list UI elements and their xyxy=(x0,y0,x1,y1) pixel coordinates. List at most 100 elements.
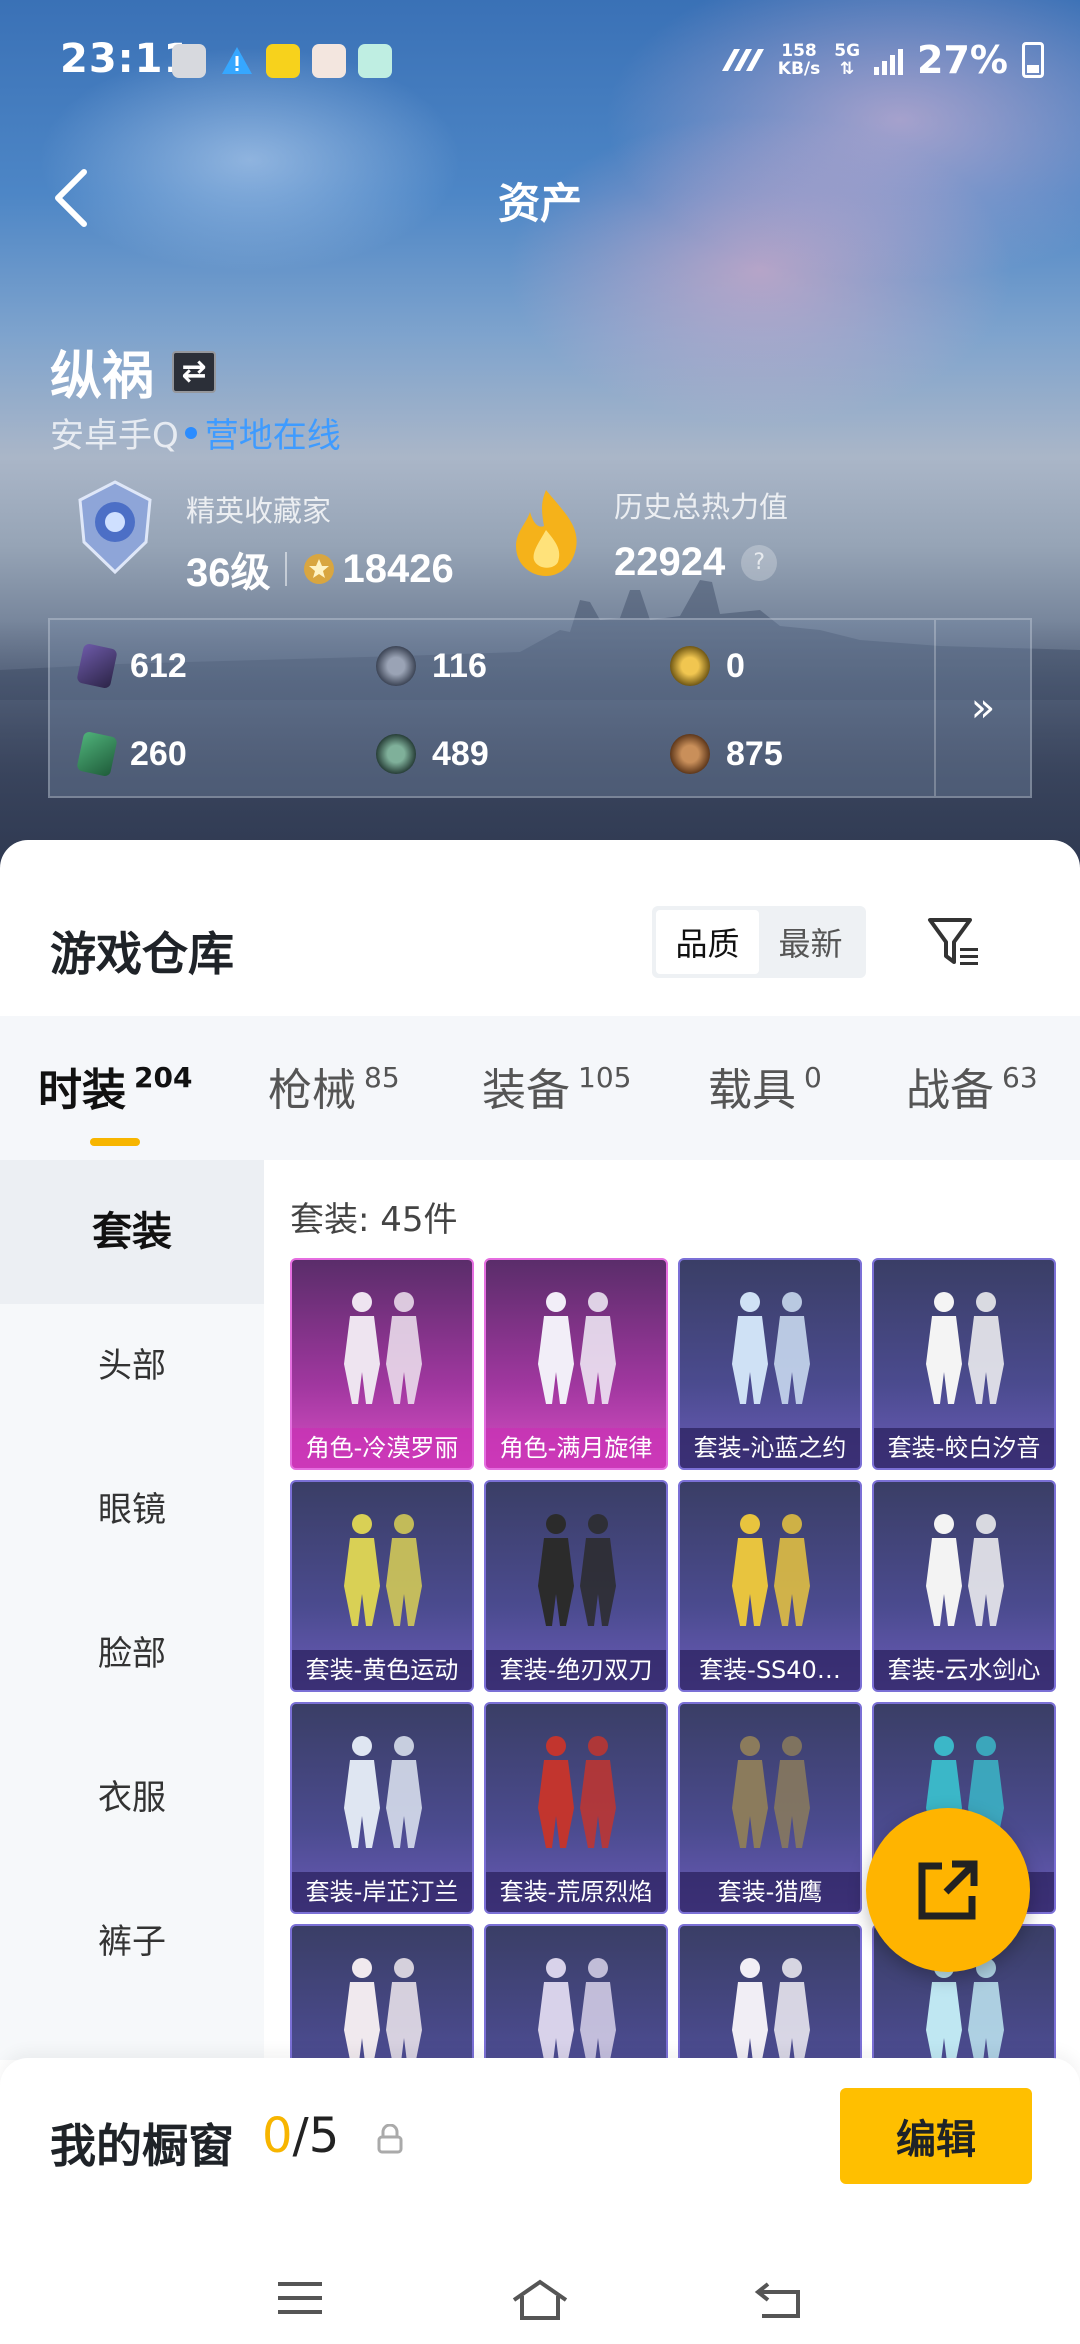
sort-newest[interactable]: 最新 xyxy=(759,910,862,974)
item-card[interactable]: 套装-云水剑心 xyxy=(872,1480,1056,1692)
showcase-title: 我的橱窗 xyxy=(50,2119,234,2173)
outfit-figure-icon xyxy=(926,1292,1004,1404)
bronze-coin-icon xyxy=(670,734,710,774)
heat-value: 22924 xyxy=(614,540,726,584)
battery-percent: 27% xyxy=(917,38,1008,82)
subcategory-glasses[interactable]: 眼镜 xyxy=(0,1482,264,1531)
item-card[interactable]: 套装-皎白汐音 xyxy=(872,1258,1056,1470)
warning-icon xyxy=(222,47,252,74)
subcategory-suit[interactable]: 套装 xyxy=(0,1160,264,1304)
profile-subtitle: 安卓手Q 营地在线 xyxy=(50,408,341,457)
currency-panel[interactable]: 612 116 0 260 489 875 » xyxy=(48,618,1032,798)
subcategory-clothes[interactable]: 衣服 xyxy=(0,1770,264,1819)
filter-icon[interactable] xyxy=(924,912,984,972)
system-nav-bar xyxy=(0,2238,1080,2344)
item-card[interactable]: 角色-冷漠罗丽 xyxy=(290,1258,474,1470)
tab-weapons[interactable]: 枪械 85 xyxy=(268,1054,400,1118)
currency-item: 0 xyxy=(670,646,745,686)
subcategory-face[interactable]: 脸部 xyxy=(0,1626,264,1675)
item-name: 套装-黄色运动 xyxy=(292,1650,472,1690)
collector-stat: 精英收藏家 36级 18426 xyxy=(186,488,454,598)
menu-icon[interactable] xyxy=(276,2278,324,2318)
lock-icon xyxy=(377,2124,403,2154)
divider xyxy=(284,552,287,586)
green-card-icon xyxy=(76,730,118,778)
app-notif-icon xyxy=(266,44,300,78)
currency-item: 612 xyxy=(76,642,187,690)
username: 纵祸 xyxy=(50,347,155,407)
item-card[interactable]: 角色-满月旋律 xyxy=(484,1258,668,1470)
item-card[interactable]: 套装-沁蓝之约 xyxy=(678,1258,862,1470)
nfc-icon xyxy=(721,49,764,71)
sort-toggle[interactable]: 品质 最新 xyxy=(652,906,866,978)
online-dot-icon xyxy=(184,426,197,439)
tab-equipment[interactable]: 装备 105 xyxy=(482,1054,631,1118)
item-card[interactable]: 套装-岸芷汀兰 xyxy=(290,1702,474,1914)
points-value: 18426 xyxy=(342,546,454,591)
purple-card-icon xyxy=(76,642,118,690)
item-card[interactable]: 套装-猎鹰 xyxy=(678,1702,862,1914)
item-name: 套装-猎鹰 xyxy=(680,1872,860,1912)
battery-icon xyxy=(1022,42,1044,78)
signal-icon xyxy=(874,45,904,75)
level-value: 36级 xyxy=(186,551,271,595)
outfit-figure-icon xyxy=(538,1514,616,1626)
item-count: 套装: 45件 xyxy=(290,1200,458,1240)
help-icon[interactable]: ? xyxy=(741,544,778,581)
share-icon xyxy=(918,1860,978,1920)
item-name: 角色-冷漠罗丽 xyxy=(292,1428,472,1468)
profile-name-row: 纵祸 ⇄ xyxy=(50,334,217,409)
currency-item: 116 xyxy=(376,646,487,686)
network-type: 5G ⇅ xyxy=(834,41,861,79)
outfit-figure-icon xyxy=(732,1292,810,1404)
item-name: 套装-云水剑心 xyxy=(874,1650,1054,1690)
item-card[interactable]: 套装-荒原烈焰 xyxy=(484,1702,668,1914)
tab-vehicles[interactable]: 载具 0 xyxy=(708,1054,822,1118)
share-button[interactable] xyxy=(866,1808,1030,1972)
currency-item: 875 xyxy=(670,734,783,774)
outfit-figure-icon xyxy=(732,1514,810,1626)
outfit-figure-icon xyxy=(344,1292,422,1404)
outfit-figure-icon xyxy=(732,1736,810,1848)
avatar-notif-icon xyxy=(312,44,346,78)
collector-badge-icon xyxy=(78,480,152,575)
outfit-figure-icon xyxy=(538,1292,616,1404)
tab-gear[interactable]: 战备 63 xyxy=(906,1054,1038,1118)
platform-label: 安卓手Q xyxy=(50,416,179,456)
item-card[interactable]: 套装-绝刃双刀 xyxy=(484,1480,668,1692)
tab-fashion[interactable]: 时装 204 xyxy=(38,1054,192,1146)
points-medal-icon xyxy=(303,554,334,584)
sort-quality[interactable]: 品质 xyxy=(656,910,759,974)
showcase-count: 0/5 xyxy=(262,2108,340,2164)
heat-stat: 历史总热力值 22924 ? xyxy=(614,484,788,585)
item-name: 角色-满月旋律 xyxy=(486,1428,666,1468)
expand-currency-icon[interactable]: » xyxy=(934,620,1030,796)
edit-button[interactable]: 编辑 xyxy=(840,2088,1032,2184)
warehouse-title: 游戏仓库 xyxy=(50,927,234,981)
online-status: 营地在线 xyxy=(204,416,341,456)
subcategory-pants[interactable]: 裤子 xyxy=(0,1914,264,1963)
back-icon[interactable] xyxy=(752,2278,804,2320)
page-title: 资产 xyxy=(497,179,582,228)
category-tabs: 时装 204 枪械 85 装备 105 载具 0 战备 63 xyxy=(0,1016,1080,1160)
switch-account-icon[interactable]: ⇄ xyxy=(172,350,217,393)
item-name: 套装-荒原烈焰 xyxy=(486,1872,666,1912)
flame-icon xyxy=(516,490,577,576)
home-icon[interactable] xyxy=(510,2278,570,2320)
item-name: 套装-绝刃双刀 xyxy=(486,1650,666,1690)
tab-indicator xyxy=(90,1138,140,1146)
gold-coin-icon xyxy=(670,646,710,686)
currency-item: 489 xyxy=(376,734,489,774)
item-name: 套装-皎白汐音 xyxy=(874,1428,1054,1468)
outfit-figure-icon xyxy=(926,1514,1004,1626)
item-card[interactable]: 套装-黄色运动 xyxy=(290,1480,474,1692)
outfit-figure-icon xyxy=(344,1514,422,1626)
subcategory-head[interactable]: 头部 xyxy=(0,1338,264,1387)
green-coin-icon xyxy=(376,734,416,774)
heat-label: 历史总热力值 xyxy=(614,490,789,524)
item-name: 套装-SS40… xyxy=(680,1650,860,1690)
item-card[interactable]: 套装-SS40… xyxy=(678,1480,862,1692)
subcategory-list: 套装 头部 眼镜 脸部 衣服 裤子 xyxy=(0,1160,264,2060)
status-bar: 23:11 158 KB/s 5G ⇅ 27% xyxy=(0,0,1080,120)
rank-label: 精英收藏家 xyxy=(186,494,332,528)
